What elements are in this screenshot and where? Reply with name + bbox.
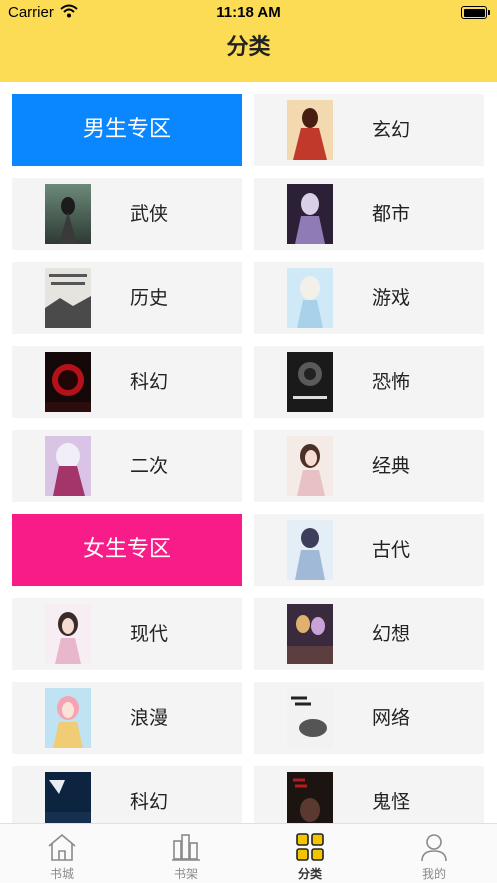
book-cover-image (45, 688, 91, 748)
female-section-label: 女生专区 (82, 537, 171, 562)
category-grid[interactable]: 男生专区 武侠 历史 科幻 二次 女生专区 现代 浪漫 科幻 玄幻 都市 游戏 … (0, 82, 497, 823)
home-icon (46, 831, 78, 863)
category-label: 科幻 (130, 791, 169, 813)
category-tile-fantasy[interactable]: 玄幻 (254, 94, 484, 166)
bottom-tab-bar: 书城 书架 分类 我的 (0, 823, 497, 883)
book-cover-image (45, 184, 91, 244)
category-tile-game[interactable]: 游戏 (254, 262, 484, 334)
male-section-label: 男生专区 (82, 117, 171, 142)
category-tile-urban[interactable]: 都市 (254, 178, 484, 250)
category-label: 二次 (130, 455, 169, 477)
navigation-bar: 分类 (0, 26, 497, 82)
category-label: 鬼怪 (372, 791, 411, 813)
book-cover-image (45, 436, 91, 496)
category-label: 玄幻 (372, 119, 411, 141)
category-tile-acg[interactable]: 二次 (12, 430, 242, 502)
male-section-header[interactable]: 男生专区 (12, 94, 242, 166)
tab-category[interactable]: 分类 (248, 824, 372, 884)
category-tile-modern[interactable]: 现代 (12, 598, 242, 670)
category-tile-ancient[interactable]: 古代 (254, 514, 484, 586)
book-cover-image (287, 268, 333, 328)
female-section-header[interactable]: 女生专区 (12, 514, 242, 586)
tab-bookshelf[interactable]: 书架 (124, 824, 248, 884)
tab-label: 书架 (173, 867, 198, 881)
tab-label: 书城 (49, 867, 74, 881)
category-label: 游戏 (372, 287, 411, 309)
category-label: 科幻 (130, 371, 169, 393)
category-label: 现代 (130, 623, 169, 645)
tab-label: 我的 (421, 867, 446, 881)
category-tile-ghost[interactable]: 鬼怪 (254, 766, 484, 823)
tab-profile[interactable]: 我的 (372, 824, 496, 884)
status-bar: Carrier 11:18 AM (0, 0, 497, 26)
category-tile-wuxia[interactable]: 武侠 (12, 178, 242, 250)
category-label: 都市 (372, 203, 411, 225)
category-tile-history[interactable]: 历史 (12, 262, 242, 334)
category-tile-imagination[interactable]: 幻想 (254, 598, 484, 670)
book-cover-image (45, 352, 91, 412)
tab-bookstore[interactable]: 书城 (0, 824, 124, 884)
category-label: 武侠 (130, 203, 169, 225)
book-cover-image (287, 352, 333, 412)
category-label: 恐怖 (372, 371, 411, 393)
battery-icon (461, 6, 490, 19)
book-cover-image (287, 520, 333, 580)
tab-label: 分类 (297, 867, 322, 881)
category-label: 经典 (372, 455, 411, 477)
book-cover-image (287, 772, 333, 823)
clock-time: 11:18 AM (216, 4, 281, 21)
category-grid-icon (294, 831, 326, 863)
bookshelf-icon (170, 831, 202, 863)
category-tile-classic[interactable]: 经典 (254, 430, 484, 502)
category-label: 网络 (372, 707, 411, 729)
book-cover-image (45, 772, 91, 823)
book-cover-image (287, 688, 333, 748)
category-tile-network[interactable]: 网络 (254, 682, 484, 754)
category-label: 浪漫 (130, 707, 169, 729)
book-cover-image (287, 100, 333, 160)
book-cover-image (287, 604, 333, 664)
category-label: 幻想 (372, 623, 411, 645)
book-cover-image (287, 184, 333, 244)
book-cover-image (287, 436, 333, 496)
book-cover-image (45, 268, 91, 328)
page-title: 分类 (226, 35, 271, 60)
category-tile-horror[interactable]: 恐怖 (254, 346, 484, 418)
user-icon (418, 831, 450, 863)
category-label: 古代 (372, 539, 411, 561)
category-tile-scifi[interactable]: 科幻 (12, 346, 242, 418)
book-cover-image (45, 604, 91, 664)
category-label: 历史 (130, 287, 169, 309)
category-tile-scifi-2[interactable]: 科幻 (12, 766, 242, 823)
category-tile-romance[interactable]: 浪漫 (12, 682, 242, 754)
